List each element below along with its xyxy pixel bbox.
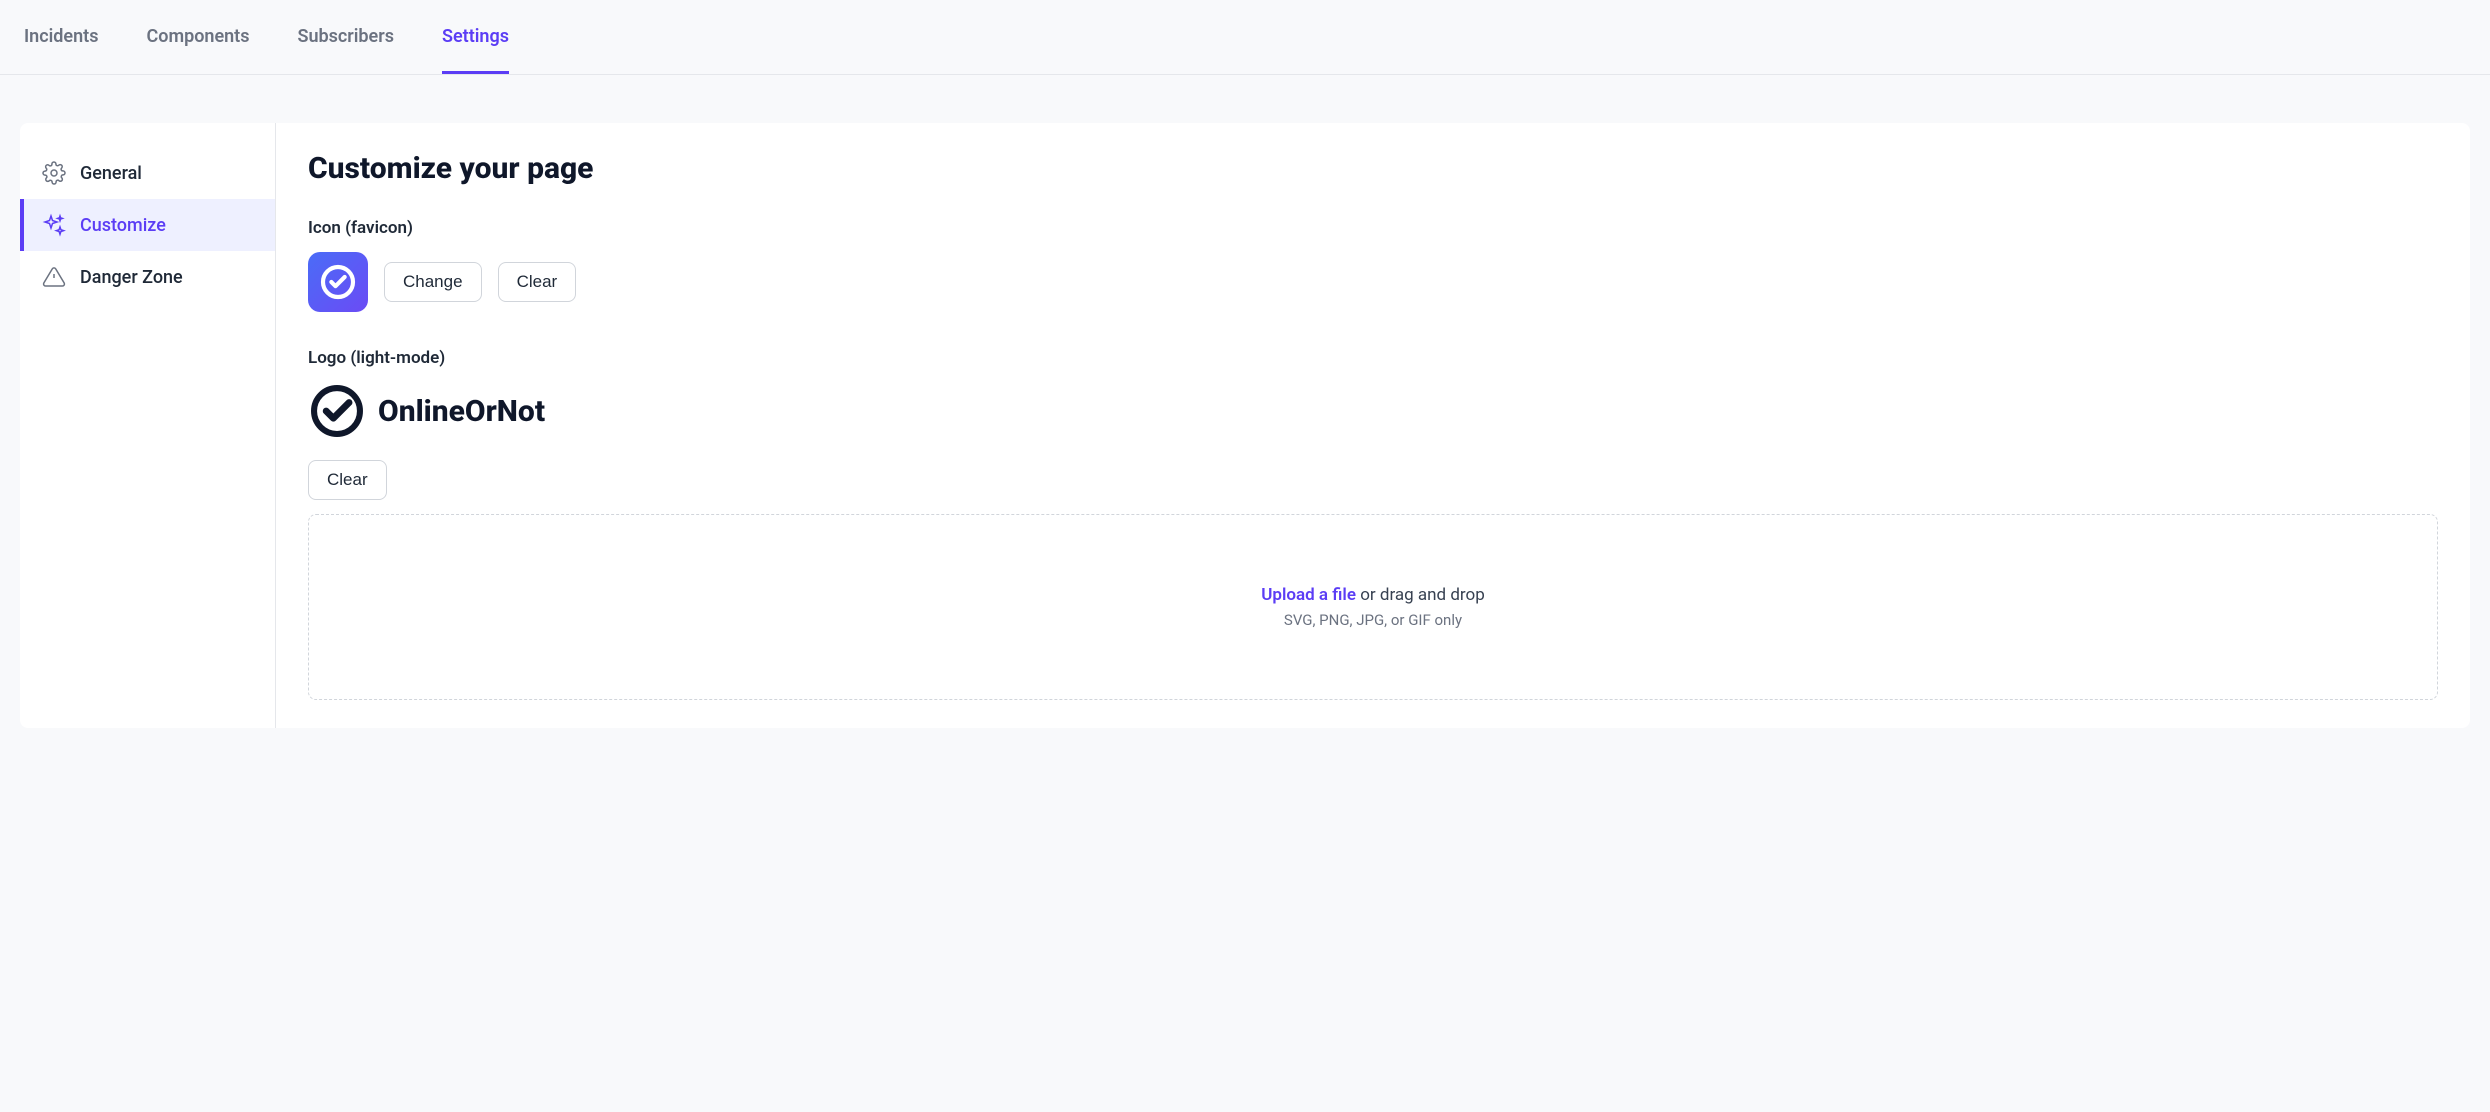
- logo-section: Logo (light-mode) OnlineOrNot Clear Uplo…: [308, 348, 2438, 700]
- sidebar-item-label: Customize: [80, 215, 166, 236]
- upload-file-link[interactable]: Upload a file: [1261, 585, 1356, 605]
- tab-incidents[interactable]: Incidents: [24, 0, 98, 74]
- sidebar-item-customize[interactable]: Customize: [20, 199, 275, 251]
- tab-subscribers[interactable]: Subscribers: [297, 0, 394, 74]
- gear-icon: [42, 161, 66, 185]
- top-tabs: Incidents Components Subscribers Setting…: [0, 0, 2490, 75]
- change-favicon-button[interactable]: Change: [384, 262, 482, 302]
- upload-line: Upload a file or drag and drop: [329, 585, 2417, 605]
- clear-logo-button[interactable]: Clear: [308, 460, 387, 500]
- upload-hint: SVG, PNG, JPG, or GIF only: [329, 611, 2417, 629]
- sidebar-item-danger-zone[interactable]: Danger Zone: [20, 251, 275, 303]
- tab-settings[interactable]: Settings: [442, 0, 509, 74]
- favicon-row: Change Clear: [308, 252, 2438, 312]
- main-content: Customize your page Icon (favicon) Chang…: [276, 123, 2470, 728]
- favicon-section: Icon (favicon) Change Clear: [308, 218, 2438, 312]
- clear-favicon-button[interactable]: Clear: [498, 262, 577, 302]
- content-wrapper: General Customize Danger Zone Customize …: [20, 123, 2470, 728]
- warning-triangle-icon: [42, 265, 66, 289]
- check-circle-icon: [308, 382, 366, 440]
- logo-brand-text: OnlineOrNot: [378, 394, 545, 429]
- sidebar: General Customize Danger Zone: [20, 123, 276, 728]
- logo-clear-row: Clear: [308, 460, 2438, 500]
- favicon-preview: [308, 252, 368, 312]
- sidebar-item-label: General: [80, 163, 142, 184]
- tab-components[interactable]: Components: [146, 0, 249, 74]
- sparkles-icon: [42, 213, 66, 237]
- sidebar-item-label: Danger Zone: [80, 267, 183, 288]
- favicon-label: Icon (favicon): [308, 218, 2438, 238]
- logo-preview: OnlineOrNot: [308, 382, 2438, 440]
- sidebar-item-general[interactable]: General: [20, 147, 275, 199]
- logo-label: Logo (light-mode): [308, 348, 2438, 368]
- page-title: Customize your page: [308, 151, 2438, 186]
- drag-text: or drag and drop: [1356, 585, 1485, 605]
- check-circle-icon: [318, 262, 358, 302]
- logo-dropzone[interactable]: Upload a file or drag and drop SVG, PNG,…: [308, 514, 2438, 700]
